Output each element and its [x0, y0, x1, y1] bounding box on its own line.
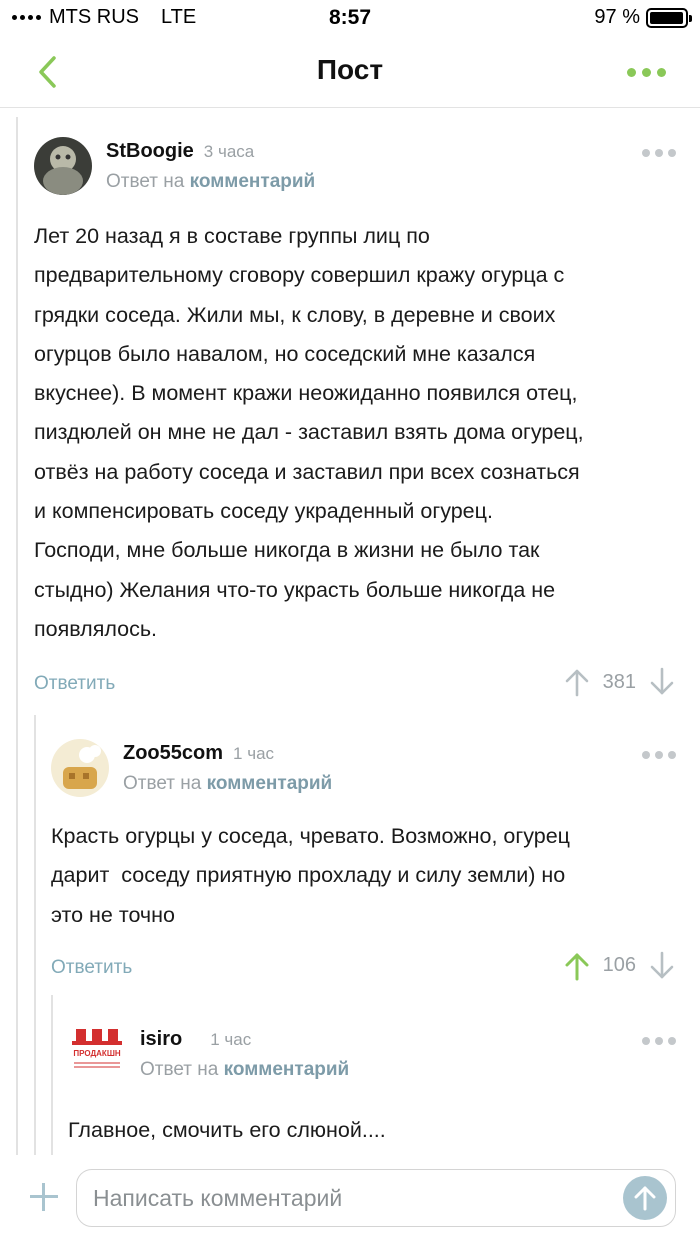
- back-button[interactable]: [34, 54, 64, 90]
- comment-line: появлялось.: [34, 616, 158, 641]
- reply-to-link[interactable]: комментарий: [224, 1059, 350, 1080]
- thread-line: [51, 995, 53, 1155]
- avatar[interactable]: ПРОДАКШН: [68, 1025, 126, 1083]
- reply-button[interactable]: Ответить: [34, 673, 115, 695]
- votes: 381: [563, 667, 676, 697]
- dot-icon: [642, 67, 651, 77]
- comment-line: отвёз на работу соседа и заставил при вс…: [34, 459, 580, 484]
- avatar-image: [51, 739, 109, 797]
- comment-footer: Ответить 381: [34, 667, 676, 707]
- chevron-left-icon: [39, 56, 56, 88]
- reply-button[interactable]: Ответить: [51, 957, 132, 979]
- avatar-image: [34, 137, 92, 195]
- comment-menu-button[interactable]: [642, 1037, 676, 1045]
- reply-to: Ответ на комментарий: [106, 171, 315, 193]
- reply-to-link[interactable]: комментарий: [207, 773, 333, 794]
- comment-line: Господи, мне больше никогда в жизни не б…: [34, 538, 540, 563]
- send-button[interactable]: [623, 1176, 667, 1220]
- comment-line: предварительному сговору совершил кражу …: [34, 263, 565, 288]
- reply-to-prefix: Ответ на: [140, 1059, 219, 1080]
- reply-to-prefix: Ответ на: [106, 171, 185, 192]
- comment-header: Zoo55com 1 час Ответ на комментарий: [51, 739, 676, 809]
- thread-line: [34, 715, 36, 1155]
- comment: StBoogie 3 часа Ответ на комментарий Лет …: [34, 137, 676, 707]
- comment: Zoo55com 1 час Ответ на комментарий Краст…: [51, 739, 676, 991]
- username[interactable]: isiro 1 час: [140, 1028, 251, 1051]
- comment-line: грядки соседа. Жили мы, к слову, в дерев…: [34, 302, 556, 327]
- comment-time: 1 час: [233, 744, 275, 763]
- votes: 106: [563, 951, 676, 981]
- logo-text: ПРОДАКШН: [73, 1049, 120, 1058]
- comment-menu-button[interactable]: [642, 149, 676, 157]
- more-options-button[interactable]: [627, 60, 666, 84]
- comment-line: пиздюлей он мне не дал - заставил взять …: [34, 420, 584, 445]
- battery-icon: [646, 7, 692, 28]
- comment-line: и компенсировать соседу украденный огуре…: [34, 499, 493, 524]
- comment-text: Главное, смочить его слюной....: [68, 1111, 676, 1150]
- avatar[interactable]: [51, 739, 109, 797]
- downvote-arrow-icon[interactable]: [648, 667, 676, 697]
- comment-line: дарит соседу приятную прохладу и силу зе…: [51, 863, 566, 888]
- comment-time: 3 часа: [203, 142, 255, 161]
- dot-icon: [657, 67, 666, 77]
- comment-line: Главное, смочить его слюной....: [68, 1118, 386, 1142]
- downvote-arrow-icon[interactable]: [648, 951, 676, 981]
- comments-feed[interactable]: StBoogie 3 часа Ответ на комментарий Лет …: [0, 109, 700, 1155]
- username-text: Zoo55com: [123, 742, 224, 764]
- upvote-arrow-icon[interactable]: [563, 667, 591, 697]
- page-title: Пост: [316, 54, 384, 85]
- comment-input-placeholder: Написать комментарий: [93, 1185, 343, 1211]
- comment-header: ПРОДАКШН isiro 1 час Ответ на комментарий: [68, 1025, 676, 1095]
- avatar[interactable]: [34, 137, 92, 195]
- arrow-up-icon: [634, 1186, 656, 1211]
- reply-to-prefix: Ответ на: [123, 773, 202, 794]
- comment-input-bar: Написать комментарий: [0, 1155, 700, 1244]
- username[interactable]: Zoo55com 1 час: [123, 742, 274, 765]
- comment-line: стыдно) Желания что-то украсть больше ни…: [34, 577, 556, 602]
- thread-line: [16, 117, 18, 1155]
- nav-bar: Пост: [0, 36, 700, 108]
- username-text: isiro: [140, 1028, 183, 1050]
- username-text: StBoogie: [106, 140, 194, 162]
- comment-time: 1 час: [210, 1030, 252, 1049]
- comment-menu-button[interactable]: [642, 751, 676, 759]
- comment-line: огурцов было навалом, но соседский мне к…: [34, 341, 536, 366]
- comment-input[interactable]: Написать комментарий: [76, 1169, 676, 1227]
- status-bar: MTS RUS LTE 8:57 97 %: [0, 0, 700, 36]
- comment-footer: Ответить 106: [51, 951, 676, 991]
- rating-value: 381: [602, 670, 636, 693]
- status-right: 97 %: [594, 6, 692, 29]
- rating-value: 106: [602, 954, 636, 977]
- avatar-image: ПРОДАКШН: [68, 1025, 126, 1083]
- reply-to-link[interactable]: комментарий: [190, 171, 316, 192]
- username[interactable]: StBoogie 3 часа: [106, 140, 254, 163]
- comment-text: Лет 20 назад я в составе группы лиц по п…: [34, 217, 676, 649]
- reply-to: Ответ на комментарий: [123, 773, 332, 795]
- comment-line: вкуснее). В момент кражи неожиданно появ…: [34, 381, 578, 406]
- comment: ПРОДАКШН isiro 1 час Ответ на комментарий…: [68, 1025, 676, 1150]
- dot-icon: [627, 67, 636, 77]
- comment-line: это не точно: [51, 902, 175, 927]
- attach-plus-button[interactable]: [30, 1183, 58, 1211]
- battery-fill: [650, 11, 683, 24]
- comment-line: Красть огурцы у соседа, чревато. Возможн…: [51, 824, 570, 848]
- reply-to: Ответ на комментарий: [140, 1059, 349, 1081]
- battery-percent: 97 %: [594, 6, 640, 28]
- comment-header: StBoogie 3 часа Ответ на комментарий: [34, 137, 676, 207]
- comment-line: Лет 20 назад я в составе группы лиц по: [34, 224, 430, 248]
- comment-text: Красть огурцы у соседа, чревато. Возможн…: [51, 817, 676, 935]
- upvote-arrow-icon[interactable]: [563, 951, 591, 981]
